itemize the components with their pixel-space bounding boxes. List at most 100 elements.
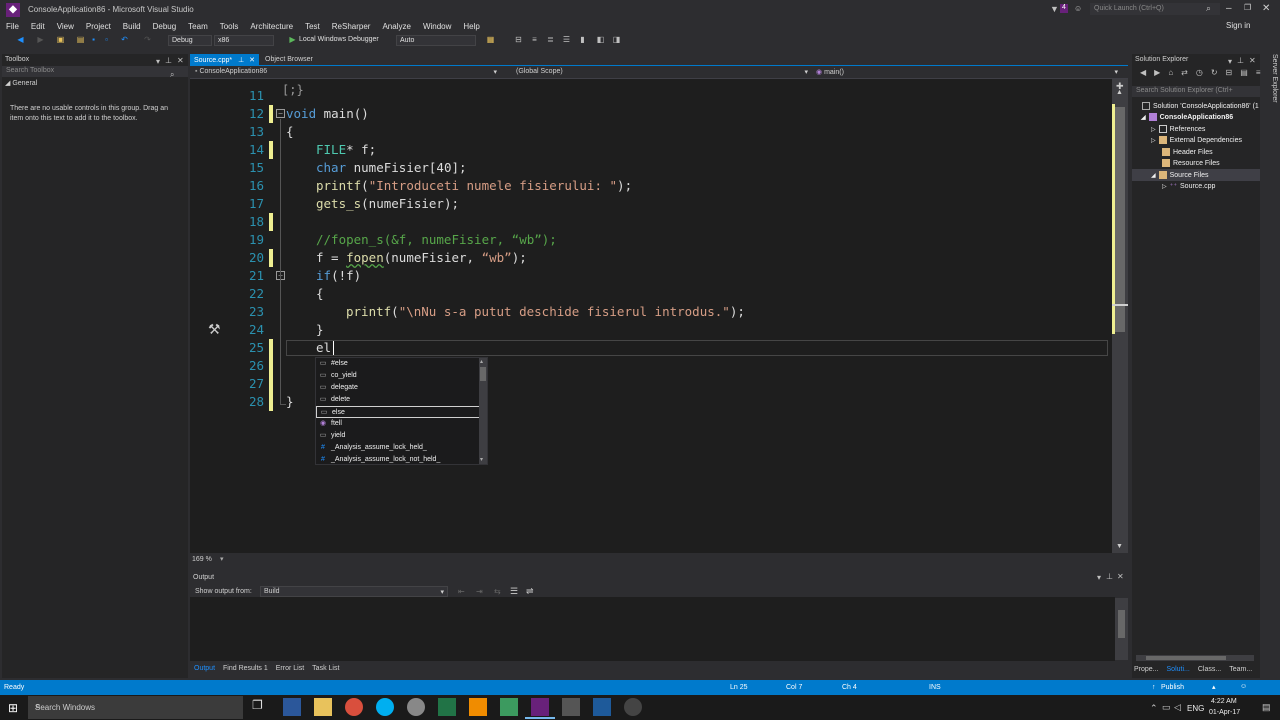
scroll-up-icon[interactable]: ▴ [480, 358, 483, 365]
publish-dropdown-icon[interactable]: ▴ [1212, 683, 1216, 691]
task-view-icon[interactable]: ❐ [252, 698, 270, 716]
menu-team[interactable]: Team [188, 22, 208, 31]
server-explorer-side-tab[interactable]: Server Explorer [1264, 54, 1278, 114]
chrome-icon[interactable] [345, 698, 363, 716]
output-close-icon[interactable]: ✕ [1117, 572, 1124, 581]
menu-build[interactable]: Build [123, 22, 141, 31]
volume-icon[interactable]: ◁ [1174, 702, 1181, 713]
completion-item[interactable]: ▭ delete [316, 394, 480, 406]
scroll-up-icon[interactable]: ▲ [1116, 89, 1123, 96]
feedback-icon[interactable]: ☺ [1240, 683, 1247, 690]
remote-desktop-icon[interactable] [593, 698, 611, 716]
skype-icon[interactable] [376, 698, 394, 716]
tab-find-results[interactable]: Find Results 1 [219, 663, 272, 676]
prev-bookmark-icon[interactable]: ◧ [596, 35, 605, 44]
solution-dropdown-icon[interactable]: ▾ [1228, 57, 1232, 66]
config-select[interactable]: Debug [168, 35, 212, 46]
open-file-icon[interactable]: ▤ [76, 35, 85, 44]
member-select[interactable]: ◉ main() ▾ [816, 68, 1122, 78]
windows-start-icon[interactable]: ⊞ [8, 701, 18, 715]
zoom-dropdown-icon[interactable]: ▾ [220, 555, 224, 563]
platform-select[interactable]: x86 [214, 35, 274, 46]
completion-item[interactable]: # _Analysis_assume_lock_not_held_ [316, 454, 480, 466]
filter-icon[interactable]: ▼ [1050, 4, 1059, 14]
scroll-down-icon[interactable]: ▼ [1116, 543, 1123, 550]
toolbox-pin-icon[interactable]: ⊥ [165, 56, 172, 65]
indent-icon[interactable]: ≣ [546, 35, 555, 44]
solution-pin-icon[interactable]: ⊥ [1237, 56, 1244, 65]
new-project-icon[interactable]: ▣ [56, 35, 65, 44]
media-icon[interactable] [407, 698, 425, 716]
toolbox-search-input[interactable]: Search Toolbox [2, 66, 188, 77]
scope-select[interactable]: (Global Scope) ▾ [510, 68, 810, 78]
scrollbar-thumb[interactable] [1146, 656, 1226, 660]
tab-task-list[interactable]: Task List [308, 663, 343, 676]
menu-edit[interactable]: Edit [31, 22, 45, 31]
tab-team-explorer[interactable]: Team... [1229, 666, 1252, 677]
menu-tools[interactable]: Tools [220, 22, 239, 31]
menu-architecture[interactable]: Architecture [250, 22, 293, 31]
tree-item-header-files[interactable]: Header Files [1162, 147, 1213, 158]
clock-date[interactable]: 01-Apr-17 [1209, 709, 1240, 716]
tree-item-resource-files[interactable]: Resource Files [1162, 158, 1220, 169]
toolbox-close-icon[interactable]: ✕ [177, 56, 184, 65]
save-icon[interactable]: ▪ [89, 35, 98, 44]
tab-output[interactable]: Output [190, 663, 220, 676]
output-text-area[interactable] [190, 597, 1115, 661]
completion-item[interactable]: ▭ delegate [316, 382, 480, 394]
find-message-icon[interactable]: ⇆ [494, 587, 501, 596]
sync-icon[interactable]: ⇄ [1181, 68, 1188, 78]
completion-item[interactable]: ▭ co_yield [316, 370, 480, 382]
scroll-down-icon[interactable]: ▾ [480, 456, 483, 463]
scrollbar-thumb[interactable] [480, 367, 486, 381]
vlc-icon[interactable] [469, 698, 487, 716]
show-all-icon[interactable]: ▤ [1240, 68, 1248, 78]
format-icon[interactable]: ≡ [530, 35, 539, 44]
tree-item-solution[interactable]: Solution 'ConsoleApplication86' (1 [1142, 101, 1259, 112]
quick-action-hammer-icon[interactable]: ⚒ [208, 321, 221, 338]
tab-close-icon[interactable]: ✕ [249, 57, 255, 64]
scrollbar-thumb[interactable] [1115, 107, 1125, 332]
back-icon[interactable]: ◀ [1140, 68, 1146, 78]
excel-icon[interactable] [438, 698, 456, 716]
clear-all-icon[interactable]: ☰ [510, 586, 518, 597]
word-wrap-icon[interactable]: ⇌ [526, 586, 534, 597]
clock-app-icon[interactable] [624, 698, 642, 716]
menu-file[interactable]: File [6, 22, 19, 31]
scrollbar-thumb[interactable] [1118, 610, 1125, 638]
refresh-icon[interactable]: ↻ [1211, 68, 1218, 78]
bookmark-icon[interactable]: ▮ [578, 35, 587, 44]
tree-item-source-files[interactable]: ◢ Source Files [1151, 170, 1209, 181]
history-icon[interactable]: ◷ [1196, 68, 1203, 78]
completion-scrollbar[interactable]: ▴ ▾ [479, 358, 487, 464]
forward-icon[interactable]: ▶ [36, 35, 45, 44]
output-pin-icon[interactable]: ⊥ [1106, 572, 1113, 581]
solution-horizontal-scrollbar[interactable] [1136, 655, 1254, 661]
undo-icon[interactable]: ↶ [120, 35, 129, 44]
taskbar-search-box[interactable]: ⌕ Search Windows [28, 696, 243, 719]
prev-message-icon[interactable]: ⇤ [458, 587, 465, 596]
forward-icon[interactable]: ▶ [1154, 68, 1160, 78]
editor-vertical-scrollbar[interactable]: ✚ ▲ ▼ [1112, 79, 1128, 553]
minimize-button[interactable]: ‒ [1226, 3, 1232, 14]
calculator-icon[interactable] [562, 698, 580, 716]
menu-debug[interactable]: Debug [153, 22, 177, 31]
restore-button[interactable]: ❐ [1244, 3, 1251, 12]
tab-properties[interactable]: Prope... [1134, 666, 1159, 677]
browse-icon[interactable]: ▦ [486, 35, 495, 44]
zoom-level[interactable]: 169 % [192, 556, 212, 563]
app-icon[interactable] [500, 698, 518, 716]
collapse-all-icon[interactable]: ⊟ [1226, 68, 1233, 78]
home-icon[interactable]: ⌂ [1168, 68, 1173, 78]
notification-count[interactable]: 4 [1060, 4, 1068, 13]
word-icon[interactable] [283, 698, 301, 716]
completion-item[interactable]: ◉ ftell [316, 418, 480, 430]
sign-in-link[interactable]: Sign in [1226, 21, 1250, 30]
input-language[interactable]: ENG [1187, 704, 1204, 713]
tree-item-project[interactable]: ◢ ConsoleApplication86 [1141, 112, 1233, 123]
project-select[interactable]: ▪ ConsoleApplication86 ▾ [195, 68, 501, 78]
completion-item[interactable]: ▭ #else [316, 358, 480, 370]
tree-item-references[interactable]: ▷ References [1151, 124, 1205, 135]
tree-item-source-cpp[interactable]: ▷ ⁺⁺ Source.cpp [1162, 181, 1215, 192]
quick-launch-input[interactable]: Quick Launch (Ctrl+Q) [1090, 3, 1220, 15]
